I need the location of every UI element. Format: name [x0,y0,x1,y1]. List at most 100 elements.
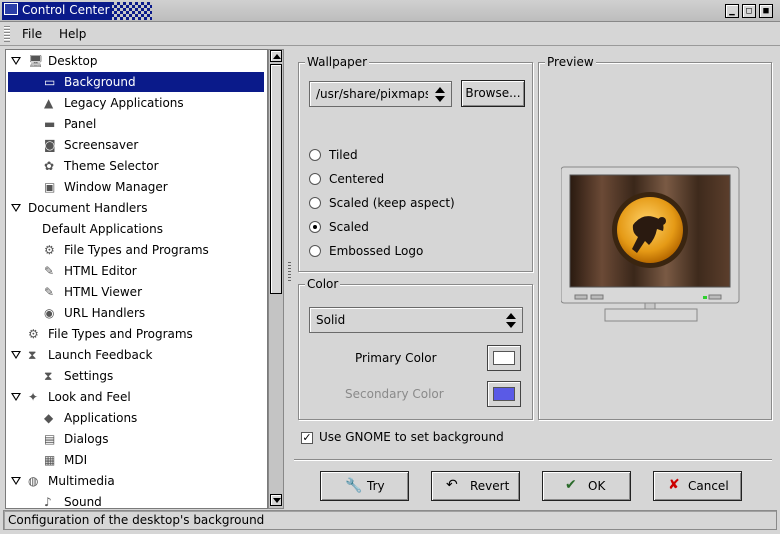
tree-item-label: Dialogs [64,432,109,446]
wallpaper-path: /usr/share/pixmaps/l [316,87,428,101]
tree-item-label: URL Handlers [64,306,146,320]
color-mode-combo[interactable]: Solid [309,307,523,333]
arrow-down-icon [273,498,281,503]
primary-color-button[interactable] [487,345,521,371]
cancel-icon: ✘ [668,477,680,493]
title-bar: Control Center ▁ □ ■ [0,0,780,22]
tree-item[interactable]: ⧗ Settings [6,366,264,386]
ok-icon: ✔ [565,477,577,493]
tree-item-label: Sound [64,495,102,509]
cancel-button[interactable]: ✘ Cancel [653,471,742,501]
menu-file[interactable]: File [22,27,42,41]
close-button[interactable]: ■ [759,4,773,18]
tree-item-label: Theme Selector [64,159,159,173]
mdi-icon: ▦ [44,453,56,467]
tree-item-label: Multimedia [48,474,115,488]
tree-item[interactable]: ◙ Screensaver [6,135,264,155]
radio-indicator [309,245,321,257]
triangle-icon: ▲ [44,96,54,110]
radio-label: Scaled [329,220,369,234]
pen-icon: ✎ [44,285,55,299]
filetypes-icon: ⚙ [44,243,55,257]
menu-help[interactable]: Help [59,27,86,41]
radio-indicator [309,197,321,209]
tree-item-label: Settings [64,369,114,383]
menubar-grip[interactable] [4,26,10,42]
scroll-down-button[interactable] [270,494,282,506]
window-menu-icon[interactable] [4,3,18,15]
tree-item-label: Applications [64,411,138,425]
ok-button[interactable]: ✔ OK [542,471,631,501]
minimize-button[interactable]: ▁ [725,4,739,18]
revert-button[interactable]: ↶ Revert [431,471,520,501]
tree-item[interactable]: ◆ Applications [6,408,264,428]
tree-item[interactable]: 🖥 Desktop [6,51,264,71]
preview-frame: Preview [538,55,772,420]
capplet-tree[interactable]: 🖥 Desktop ▭ Background ▲ Legacy Applications ▬… [5,49,268,509]
tree-item[interactable]: ◍ Multimedia [6,471,264,491]
tree-item[interactable]: ▣ Window Manager [6,177,264,197]
expander-icon[interactable] [11,393,21,401]
try-button[interactable]: 🔧 Try [320,471,409,501]
secondary-color-button[interactable] [487,381,521,407]
use-gnome-checkbox[interactable]: ✓ [301,432,313,444]
tree-item-label: Document Handlers [28,201,148,215]
hourglass-icon: ⧗ [28,348,37,362]
preview-frame-title: Preview [545,55,596,69]
tree-item[interactable]: ⚙ File Types and Programs [6,240,264,260]
revert-icon: ↶ [446,477,458,493]
tree-item[interactable]: ⧗ Launch Feedback [6,345,264,365]
tree-item-label: HTML Viewer [64,285,142,299]
radio-label: Centered [329,172,385,186]
tree-item[interactable]: ✎ HTML Editor [6,261,264,281]
tree-item[interactable]: Document Handlers [6,198,264,218]
tree-item[interactable]: ▤ Dialogs [6,429,264,449]
app-icon: ◆ [44,411,54,425]
expander-icon[interactable] [11,204,21,212]
wallpaper-path-combo[interactable]: /usr/share/pixmaps/l [309,81,452,107]
status-text: Configuration of the desktop's backgroun… [8,513,265,527]
tree-item-label: Desktop [48,54,98,68]
try-icon: 🔧 [345,478,363,494]
separator [294,459,772,461]
scroll-thumb[interactable] [270,64,282,294]
tree-item[interactable]: ✦ Look and Feel [6,387,264,407]
tree-scrollbar[interactable] [268,49,284,509]
tree-item-label: HTML Editor [64,264,137,278]
tree-item[interactable]: ♪ Sound [6,492,264,509]
tree-item[interactable]: ⚙ File Types and Programs [6,324,264,344]
use-gnome-label[interactable]: Use GNOME to set background [319,430,504,444]
window-icon: ▣ [44,180,56,194]
maximize-button[interactable]: □ [742,4,756,18]
tree-item[interactable]: ▭ Background [8,72,264,92]
theme-icon: ✿ [44,159,55,173]
tree-item[interactable]: Default Applications [6,219,264,239]
expander-icon[interactable] [11,477,21,485]
tree-item[interactable]: ✿ Theme Selector [6,156,264,176]
color-frame-title: Color [305,277,341,291]
wallpaper-frame-title: Wallpaper [305,55,370,69]
expander-icon[interactable] [11,351,21,359]
tree-item[interactable]: ◉ URL Handlers [6,303,264,323]
browse-button[interactable]: Browse... [461,80,525,107]
window-title: Control Center [22,3,110,17]
expander-icon[interactable] [11,57,21,65]
wallpaper-frame: Wallpaper /usr/share/pixmaps/l Browse...… [298,55,533,272]
primary-color-label: Primary Color [355,351,437,365]
tree-item[interactable]: ▲ Legacy Applications [6,93,264,113]
tree-item-label: File Types and Programs [64,243,209,257]
filetypes-icon: ⚙ [28,327,39,341]
tree-item[interactable]: ▦ MDI [6,450,264,470]
scroll-up-button[interactable] [270,50,282,62]
tree-item[interactable]: ▬ Panel [6,114,264,134]
pane-splitter[interactable] [288,262,291,282]
title-decoration [108,2,152,20]
tree-item[interactable]: ✎ HTML Viewer [6,282,264,302]
tree-item-label: Legacy Applications [64,96,184,110]
tree-item-label: File Types and Programs [48,327,193,341]
dialog-icon: ▤ [44,432,56,446]
secondary-color-swatch [493,387,515,401]
tree-item-label: Launch Feedback [48,348,153,362]
desktop-icon: 🖥 [28,54,44,68]
pen-icon: ✎ [44,264,55,278]
